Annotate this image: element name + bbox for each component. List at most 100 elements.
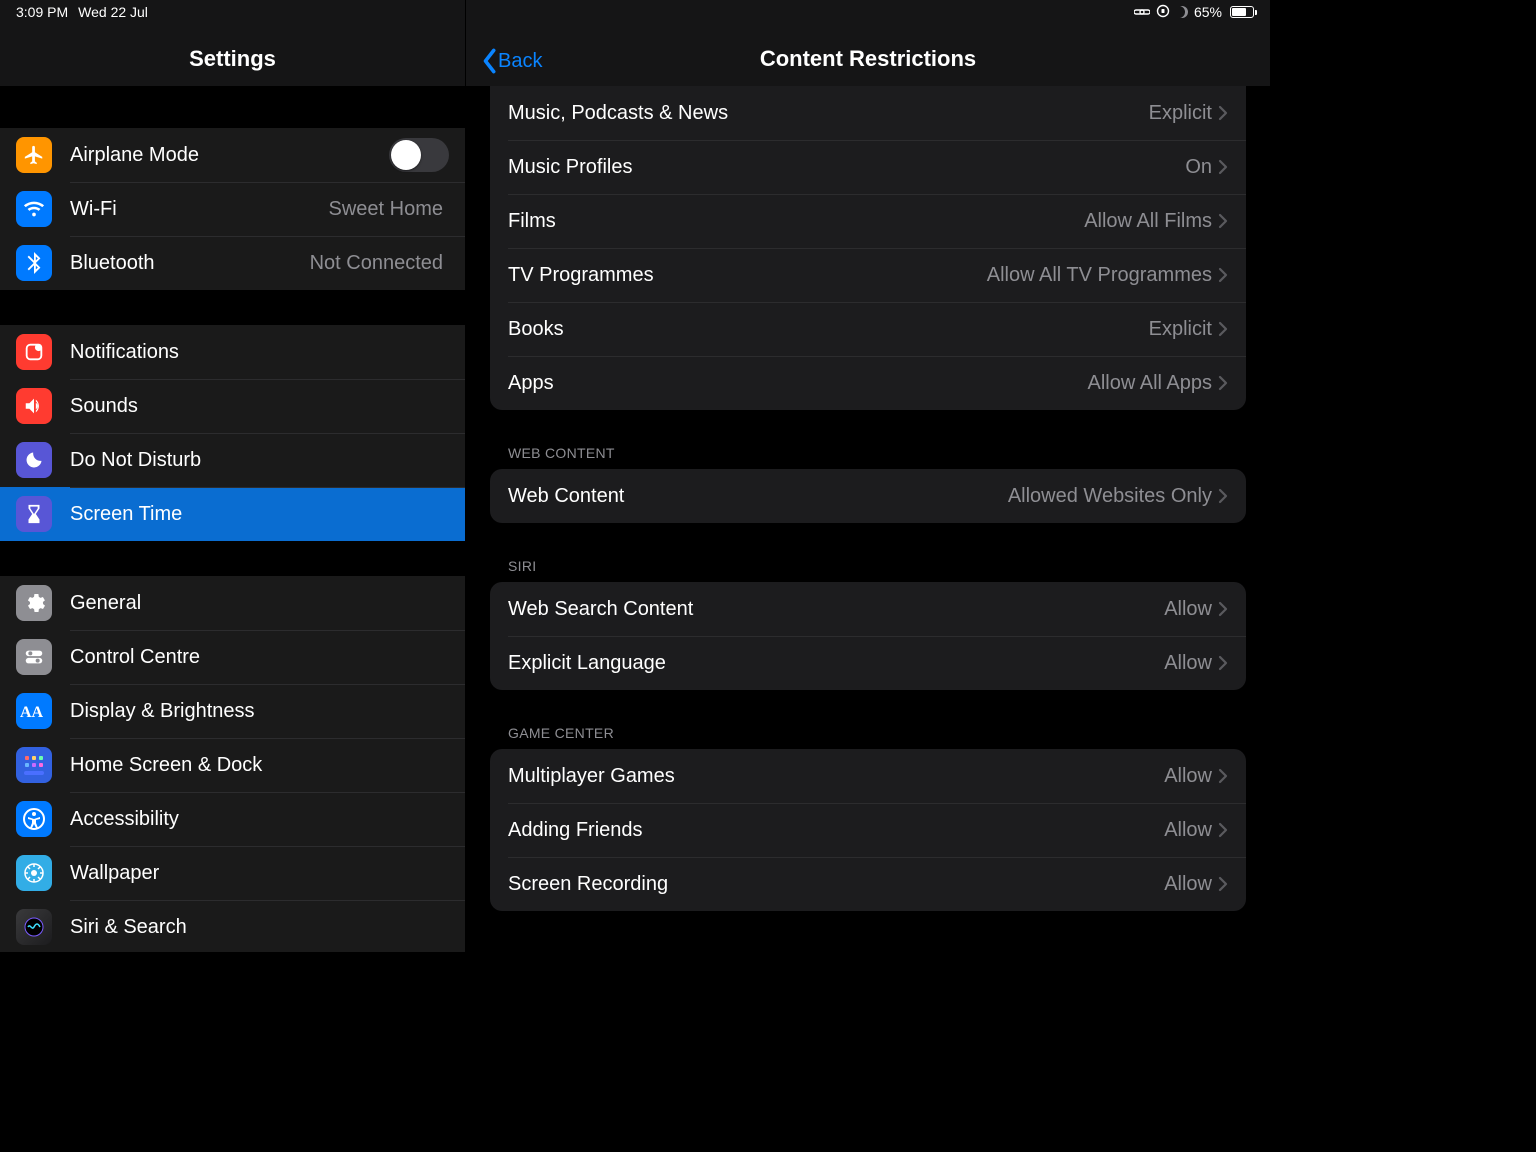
row-friends[interactable]: Adding FriendsAllow: [490, 803, 1246, 857]
row-label: Multiplayer Games: [508, 765, 1164, 788]
chevron-right-icon: [1218, 768, 1228, 784]
moon-icon: [16, 442, 52, 478]
airplane-toggle[interactable]: [389, 138, 449, 172]
sidebar-item-label: Home Screen & Dock: [70, 754, 449, 777]
wifi-icon: [16, 191, 52, 227]
row-value: Allow: [1164, 765, 1212, 788]
row-label: Screen Recording: [508, 873, 1164, 896]
sidebar-item-label: General: [70, 592, 449, 615]
chevron-right-icon: [1218, 321, 1228, 337]
sidebar-item-screentime[interactable]: Screen Time: [0, 487, 465, 541]
airplane-icon: [16, 137, 52, 173]
status-bar: 3:09 PM Wed 22 Jul 65%: [0, 0, 1270, 24]
group-header: SIRI: [466, 558, 1270, 582]
row-label: Adding Friends: [508, 819, 1164, 842]
sidebar-item-label: Wallpaper: [70, 862, 449, 885]
row-label: Films: [508, 210, 1084, 233]
hourglass-icon: [16, 496, 52, 532]
row-web[interactable]: Web ContentAllowed Websites Only: [490, 469, 1246, 523]
sidebar-item-bluetooth[interactable]: BluetoothNot Connected: [0, 236, 465, 290]
chevron-right-icon: [1218, 159, 1228, 175]
sidebar-item-control[interactable]: Control Centre: [0, 630, 465, 684]
chevron-right-icon: [1218, 267, 1228, 283]
group-header: WEB CONTENT: [466, 445, 1270, 469]
dnd-moon-icon: [1176, 6, 1188, 18]
sidebar-item-label: Sounds: [70, 395, 449, 418]
sidebar-item-wallpaper[interactable]: Wallpaper: [0, 846, 465, 900]
group-header: GAME CENTER: [466, 725, 1270, 749]
row-value: Allow: [1164, 598, 1212, 621]
sidebar-item-label: Wi-Fi: [70, 198, 329, 221]
settings-sidebar: Settings Airplane ModeWi-FiSweet HomeBlu…: [0, 0, 465, 952]
row-value: Allow: [1164, 873, 1212, 896]
sidebar-item-airplane[interactable]: Airplane Mode: [0, 128, 465, 182]
row-label: Web Search Content: [508, 598, 1164, 621]
battery-icon: [1230, 6, 1254, 18]
row-value: Allowed Websites Only: [1008, 485, 1212, 508]
row-multiplayer[interactable]: Multiplayer GamesAllow: [490, 749, 1246, 803]
sidebar-item-label: Siri & Search: [70, 916, 449, 939]
chevron-right-icon: [1218, 488, 1228, 504]
row-label: Apps: [508, 372, 1087, 395]
sidebar-item-value: Sweet Home: [329, 198, 444, 221]
sidebar-item-notifications[interactable]: Notifications: [0, 325, 465, 379]
sounds-icon: [16, 388, 52, 424]
row-explicit[interactable]: Explicit LanguageAllow: [490, 636, 1246, 690]
content-title: Content Restrictions: [760, 46, 976, 72]
row-value: On: [1185, 156, 1212, 179]
chevron-right-icon: [1218, 105, 1228, 121]
notifications-icon: [16, 334, 52, 370]
row-tv[interactable]: TV ProgrammesAllow All TV Programmes: [490, 248, 1246, 302]
svg-text:AA: AA: [20, 704, 44, 721]
sidebar-item-label: Accessibility: [70, 808, 449, 831]
row-label: TV Programmes: [508, 264, 987, 287]
sidebar-item-label: Notifications: [70, 341, 449, 364]
chevron-right-icon: [1218, 601, 1228, 617]
display-icon: AA: [16, 693, 52, 729]
back-label: Back: [498, 50, 542, 73]
row-profiles[interactable]: Music ProfilesOn: [490, 140, 1246, 194]
sidebar-item-home[interactable]: Home Screen & Dock: [0, 738, 465, 792]
chevron-right-icon: [1218, 375, 1228, 391]
chevron-right-icon: [1218, 876, 1228, 892]
row-value: Allow All TV Programmes: [987, 264, 1212, 287]
sidebar-item-general[interactable]: General: [0, 576, 465, 630]
sidebar-item-label: Display & Brightness: [70, 700, 449, 723]
row-value: Explicit: [1149, 102, 1212, 125]
sidebar-item-siri[interactable]: Siri & Search: [0, 900, 465, 952]
sidebar-item-label: Control Centre: [70, 646, 449, 669]
row-apps[interactable]: AppsAllow All Apps: [490, 356, 1246, 410]
row-websearch[interactable]: Web Search ContentAllow: [490, 582, 1246, 636]
sidebar-item-label: Do Not Disturb: [70, 449, 449, 472]
row-label: Web Content: [508, 485, 1008, 508]
row-label: Explicit Language: [508, 652, 1164, 675]
sidebar-item-value: Not Connected: [310, 252, 443, 275]
row-films[interactable]: FilmsAllow All Films: [490, 194, 1246, 248]
accessibility-icon: [16, 801, 52, 837]
controlcentre-icon: [16, 639, 52, 675]
chevron-left-icon: [480, 48, 498, 74]
row-label: Books: [508, 318, 1149, 341]
sidebar-item-display[interactable]: AA Display & Brightness: [0, 684, 465, 738]
row-value: Allow: [1164, 819, 1212, 842]
homescreen-icon: [16, 747, 52, 783]
sidebar-item-wifi[interactable]: Wi-FiSweet Home: [0, 182, 465, 236]
row-value: Allow All Films: [1084, 210, 1212, 233]
row-label: Music Profiles: [508, 156, 1185, 179]
hotspot-icon: [1134, 4, 1150, 20]
sidebar-item-accessibility[interactable]: Accessibility: [0, 792, 465, 846]
status-time: 3:09 PM: [16, 4, 68, 20]
battery-percent: 65%: [1194, 4, 1222, 20]
orientation-lock-icon: [1156, 4, 1170, 21]
sidebar-item-sounds[interactable]: Sounds: [0, 379, 465, 433]
bluetooth-icon: [16, 245, 52, 281]
sidebar-item-label: Airplane Mode: [70, 144, 389, 167]
sidebar-item-dnd[interactable]: Do Not Disturb: [0, 433, 465, 487]
back-button[interactable]: Back: [480, 48, 542, 74]
row-recording[interactable]: Screen RecordingAllow: [490, 857, 1246, 911]
row-books[interactable]: BooksExplicit: [490, 302, 1246, 356]
chevron-right-icon: [1218, 213, 1228, 229]
row-music[interactable]: Music, Podcasts & NewsExplicit: [490, 86, 1246, 140]
row-value: Allow: [1164, 652, 1212, 675]
chevron-right-icon: [1218, 822, 1228, 838]
